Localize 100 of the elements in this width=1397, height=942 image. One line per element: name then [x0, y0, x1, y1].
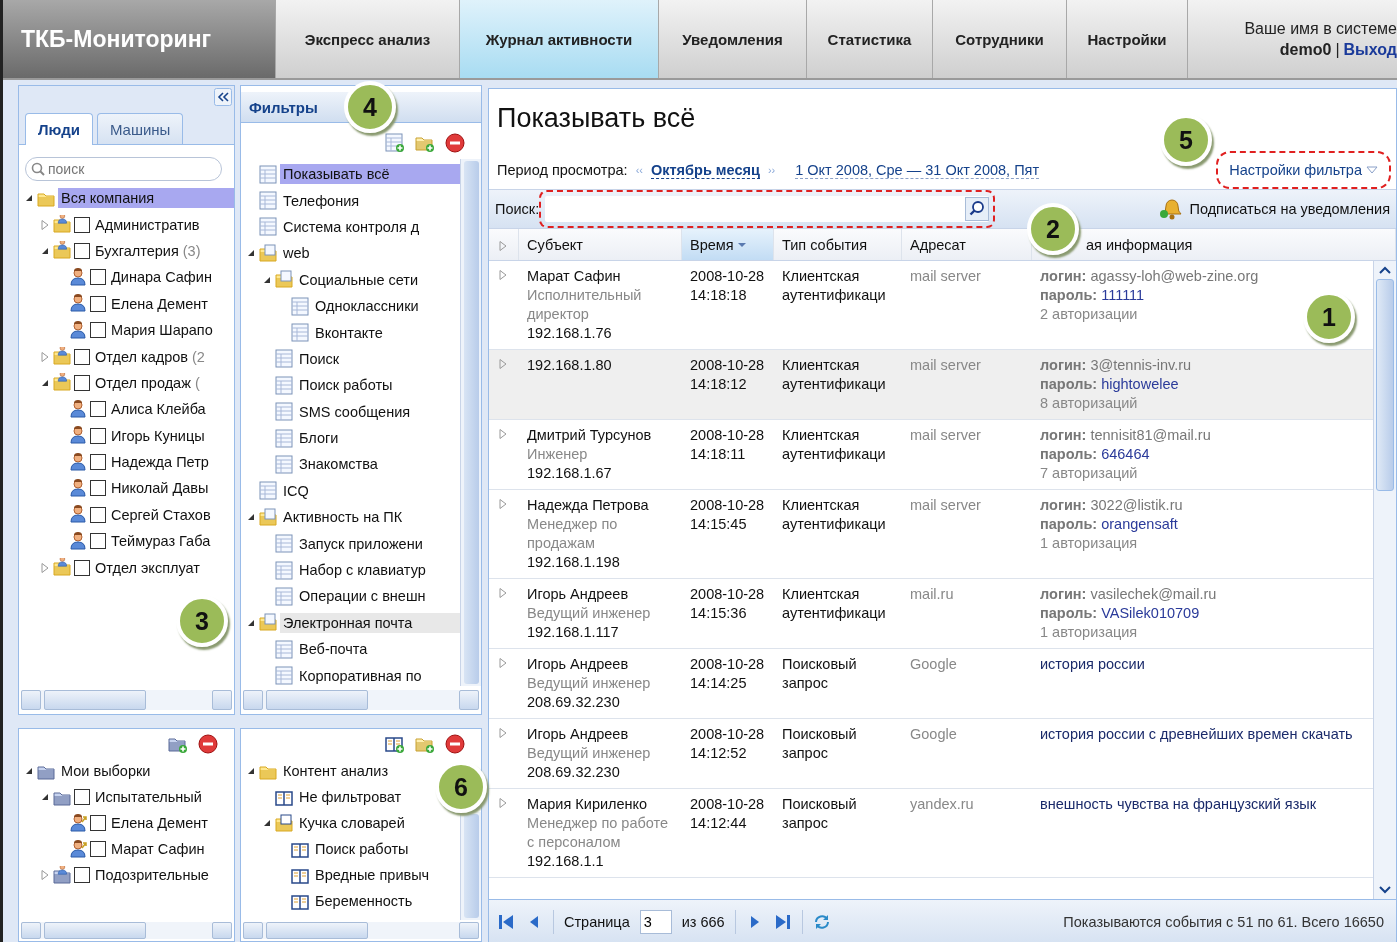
- tree-item[interactable]: Бухгалтерия (3): [92, 240, 204, 261]
- checkbox[interactable]: [90, 427, 106, 444]
- vertical-scrollbar[interactable]: [460, 812, 481, 920]
- subscribe-button[interactable]: Подписаться на уведомления: [1159, 198, 1390, 220]
- delete-icon[interactable]: [445, 133, 465, 153]
- vertical-scrollbar[interactable]: [1373, 261, 1396, 899]
- add-table-icon[interactable]: [385, 133, 405, 153]
- checkbox[interactable]: [90, 841, 106, 857]
- tree-item[interactable]: Отдел эксплуат: [92, 557, 203, 578]
- tree-item[interactable]: Надежда Петр: [108, 452, 212, 473]
- tree-item[interactable]: Поиск работы: [296, 375, 396, 396]
- checkbox[interactable]: [90, 401, 106, 418]
- nav-tab[interactable]: Журнал активности: [459, 0, 658, 78]
- tree-item[interactable]: Поиск работы: [312, 839, 412, 859]
- tree-item[interactable]: Административ: [92, 214, 203, 235]
- tree-item[interactable]: Сергей Стахов: [108, 504, 214, 525]
- checkbox[interactable]: [90, 480, 106, 497]
- tree-item[interactable]: Корпоративная по: [296, 665, 425, 686]
- tree-item[interactable]: Телефония: [280, 190, 363, 211]
- checkbox[interactable]: [74, 348, 90, 365]
- nav-tab[interactable]: Настройки: [1066, 0, 1187, 78]
- last-page-icon[interactable]: [773, 913, 792, 931]
- table-row[interactable]: Надежда Петрова Менеджер по продажам 192.168.1.198 2008-10-28 14:15:45 Клиентская аутентификаци mail server логин: 3022@listik.ru пароль: orangensaft 1 авторизация: [489, 490, 1373, 579]
- checkbox[interactable]: [90, 454, 106, 471]
- tree-item[interactable]: Мои выборки: [58, 761, 154, 781]
- nav-tab[interactable]: Сотрудники: [932, 0, 1066, 78]
- tree-item[interactable]: Мария Шарапо: [108, 320, 216, 341]
- tree-item[interactable]: Вредные привыч: [312, 865, 433, 885]
- checkbox[interactable]: [90, 506, 106, 523]
- checkbox[interactable]: [74, 216, 90, 233]
- nav-tab[interactable]: Статистика: [806, 0, 932, 78]
- nav-tab[interactable]: Уведомления: [658, 0, 806, 78]
- tree-item[interactable]: Блоги: [296, 428, 342, 449]
- refresh-icon[interactable]: [812, 913, 831, 931]
- tree-item[interactable]: Активность на ПК: [280, 507, 406, 528]
- table-row[interactable]: Игорь Андреев Ведущий инженер 208.69.32.230 2008-10-28 14:12:52 Поисковый запрос Google история россии с древнейших времен скачать: [489, 719, 1373, 789]
- tree-item[interactable]: Отдел продаж (: [92, 372, 203, 393]
- delete-icon[interactable]: [445, 734, 465, 754]
- tree-item[interactable]: Подозрительные: [92, 865, 212, 885]
- column-header[interactable]: ая информация: [1086, 236, 1193, 253]
- tree-item[interactable]: Елена Демент: [108, 293, 211, 314]
- checkbox[interactable]: [74, 559, 90, 576]
- checkbox[interactable]: [90, 269, 106, 286]
- tree-item[interactable]: Контент анализ: [280, 761, 392, 781]
- tree-item[interactable]: Знакомства: [296, 454, 381, 475]
- date-range-link[interactable]: 1 Окт 2008, Сре — 31 Окт 2008, Пят: [795, 161, 1040, 179]
- add-book-icon[interactable]: [385, 734, 405, 754]
- tree-item[interactable]: Динара Сафин: [108, 267, 215, 288]
- table-row[interactable]: Дмитрий Турсунов Инженер 192.168.1.67 2008-10-28 14:18:11 Клиентская аутентификаци mail server логин: tennisit81@mail.ru пароль: 646464 7 авторизаций: [489, 420, 1373, 490]
- tree-item[interactable]: Не фильтроват: [296, 787, 405, 807]
- checkbox[interactable]: [90, 815, 106, 831]
- checkbox[interactable]: [90, 533, 106, 550]
- filter-settings-link[interactable]: Настройки фильтра: [1227, 162, 1380, 178]
- column-header[interactable]: Субъект: [527, 236, 583, 253]
- tree-item[interactable]: Отдел кадров (2: [92, 346, 208, 367]
- checkbox[interactable]: [74, 242, 90, 259]
- tree-item[interactable]: Кучка словарей: [296, 813, 408, 833]
- checkbox[interactable]: [90, 322, 106, 339]
- tree-item[interactable]: Одноклассники: [312, 296, 422, 317]
- tree-item[interactable]: Электронная почта: [280, 612, 460, 633]
- tree-item[interactable]: Вконтакте: [312, 322, 386, 343]
- tree-item[interactable]: Веб-почта: [296, 639, 371, 660]
- search-field[interactable]: поиск: [25, 157, 222, 181]
- tree-item[interactable]: Теймураз Габа: [108, 531, 214, 552]
- horizontal-scrollbar[interactable]: [21, 922, 232, 939]
- page-input[interactable]: 3: [639, 910, 672, 934]
- delete-icon[interactable]: [198, 734, 218, 754]
- tree-item[interactable]: web: [280, 243, 313, 264]
- tree-item[interactable]: Игорь Куницы: [108, 425, 208, 446]
- tree-item[interactable]: Алиса Клейба: [108, 399, 209, 420]
- tree-item[interactable]: Социальные сети: [296, 269, 422, 290]
- column-header[interactable]: Тип события: [782, 236, 867, 253]
- tab[interactable]: Машины: [96, 113, 184, 144]
- tree-item[interactable]: Набор с клавиатур: [296, 560, 429, 581]
- column-header[interactable]: Адресат: [910, 236, 966, 253]
- horizontal-scrollbar[interactable]: [243, 690, 479, 710]
- tree-item[interactable]: Николай Давы: [108, 478, 212, 499]
- checkbox[interactable]: [90, 295, 106, 312]
- collapse-icon[interactable]: [214, 88, 232, 106]
- table-row[interactable]: 192.168.1.80 2008-10-28 14:18:12 Клиентская аутентификаци mail server логин: 3@tennis-inv.ru пароль: hightowelee 8 авторизаций: [489, 350, 1373, 420]
- checkbox[interactable]: [74, 374, 90, 391]
- tree-item[interactable]: Вся компания: [58, 188, 234, 209]
- checkbox[interactable]: [74, 789, 90, 805]
- horizontal-scrollbar[interactable]: [21, 690, 232, 710]
- checkbox[interactable]: [74, 867, 90, 883]
- tree-item[interactable]: Показывать всё: [280, 164, 460, 185]
- logout-link[interactable]: Выход: [1343, 39, 1397, 60]
- table-row[interactable]: Игорь Андреев Ведущий инженер 208.69.32.230 2008-10-28 14:14:25 Поисковый запрос Google история россии: [489, 649, 1373, 719]
- tree-item[interactable]: SMS сообщения: [296, 401, 414, 422]
- table-row[interactable]: Игорь Андреев Ведущий инженер 192.168.1.117 2008-10-28 14:15:36 Клиентская аутентификаци mail.ru логин: vasilechek@mail.ru пароль: VASilek010709 1 авторизация: [489, 579, 1373, 649]
- tree-item[interactable]: Беременность: [312, 891, 416, 911]
- vertical-scrollbar[interactable]: [460, 159, 481, 686]
- horizontal-scrollbar[interactable]: [243, 922, 479, 939]
- first-page-icon[interactable]: [497, 913, 515, 931]
- period-link[interactable]: Октябрь месяц: [650, 161, 760, 179]
- tree-item[interactable]: Марат Сафин: [108, 839, 208, 859]
- tab[interactable]: Люди: [25, 113, 93, 145]
- table-row[interactable]: Мария Кириленко Менеджер по работе с персоналом 192.168.1.1 2008-10-28 14:12:44 Поисковый запрос yandex.ru внешность чувства на французский язык: [489, 789, 1373, 878]
- tree-item[interactable]: Система контроля д: [280, 216, 423, 237]
- tree-item[interactable]: Елена Демент: [108, 813, 211, 833]
